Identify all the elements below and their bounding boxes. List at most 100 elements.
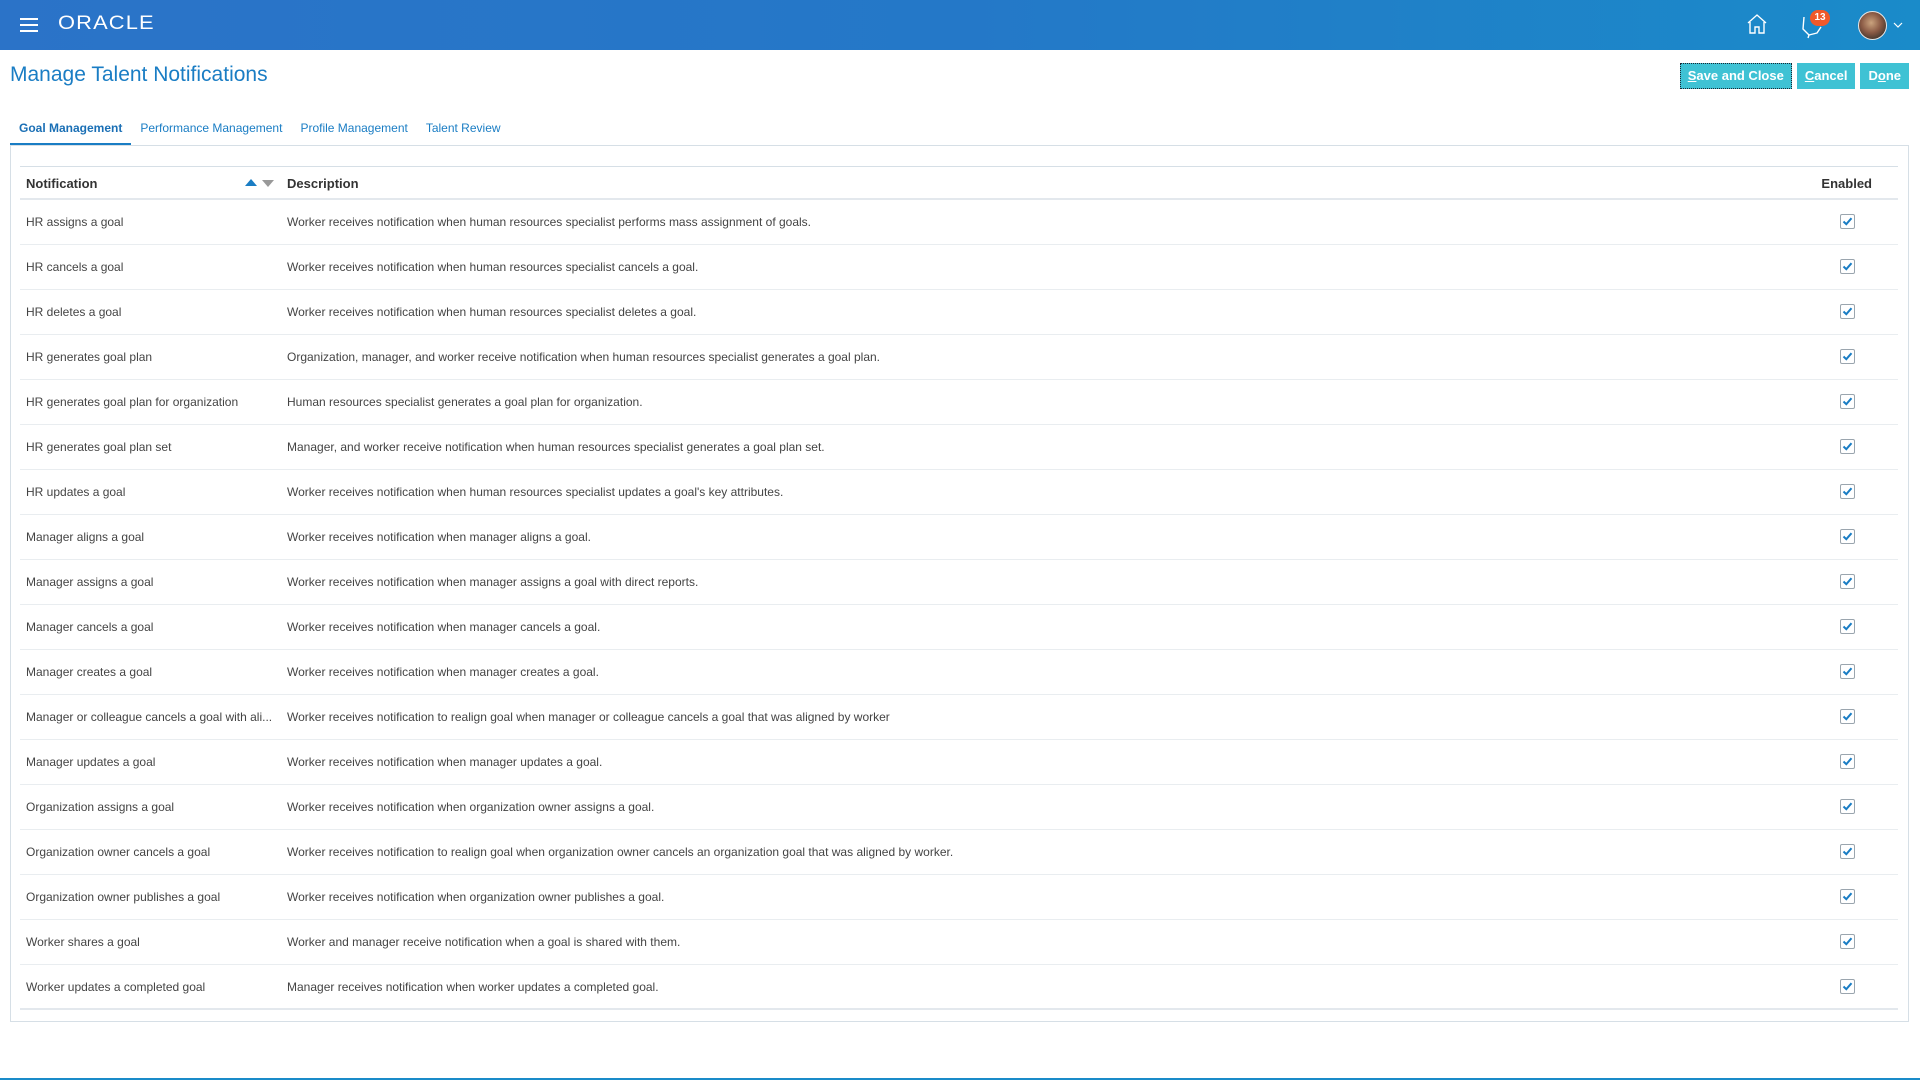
notification-name: Organization owner cancels a goal <box>26 845 211 859</box>
enabled-checkbox[interactable] <box>1840 799 1855 814</box>
enabled-checkbox[interactable] <box>1840 844 1855 859</box>
user-avatar[interactable] <box>1858 11 1887 40</box>
enabled-checkbox[interactable] <box>1840 754 1855 769</box>
checkmark-icon <box>1842 982 1853 991</box>
tab-profile-management[interactable]: Profile Management <box>291 117 416 146</box>
enabled-checkbox[interactable] <box>1840 979 1855 994</box>
enabled-checkbox[interactable] <box>1840 484 1855 499</box>
enabled-checkbox[interactable] <box>1840 574 1855 589</box>
notification-description: Worker receives notification when organi… <box>287 890 665 904</box>
table-row[interactable]: HR cancels a goal Worker receives notific… <box>20 245 1898 290</box>
notification-description: Worker receives notification to realign … <box>287 845 954 859</box>
chevron-down-icon[interactable] <box>1893 20 1903 30</box>
column-header-description: Description <box>287 176 359 191</box>
checkmark-icon <box>1842 757 1853 766</box>
enabled-checkbox[interactable] <box>1840 709 1855 724</box>
notification-name: HR cancels a goal <box>26 260 124 274</box>
notification-description: Worker receives notification when manage… <box>287 755 603 769</box>
enabled-checkbox[interactable] <box>1840 619 1855 634</box>
enabled-checkbox[interactable] <box>1840 529 1855 544</box>
save-and-close-button[interactable]: Save and Close <box>1679 63 1792 89</box>
enabled-checkbox[interactable] <box>1840 259 1855 274</box>
notification-count-badge: 13 <box>1810 10 1830 26</box>
checkmark-icon <box>1842 397 1853 406</box>
notification-description: Human resources specialist generates a g… <box>287 395 643 409</box>
table-row[interactable]: Worker updates a completed goal Manager r… <box>20 965 1898 1010</box>
table-row[interactable]: Manager assigns a goal Worker receives no… <box>20 560 1898 605</box>
checkmark-icon <box>1842 937 1853 946</box>
notification-name: Manager updates a goal <box>26 755 156 769</box>
notification-name: HR assigns a goal <box>26 215 124 229</box>
enabled-checkbox[interactable] <box>1840 889 1855 904</box>
notification-name: HR updates a goal <box>26 485 126 499</box>
notification-description: Worker receives notification when human … <box>287 485 784 499</box>
enabled-checkbox[interactable] <box>1840 664 1855 679</box>
notification-name: Manager creates a goal <box>26 665 153 679</box>
notification-name: Organization owner publishes a goal <box>26 890 221 904</box>
notification-description: Manager receives notification when worke… <box>287 980 659 994</box>
table-row[interactable]: HR generates goal plan for organization H… <box>20 380 1898 425</box>
table-row[interactable]: Manager or colleague cancels a goal with… <box>20 695 1898 740</box>
sort-descending-icon[interactable] <box>262 180 274 187</box>
table-body: HR assigns a goal Worker receives notific… <box>20 200 1898 1010</box>
notification-description: Worker receives notification when manage… <box>287 665 599 679</box>
tab-goal-management[interactable]: Goal Management <box>10 117 132 146</box>
table-row[interactable]: Manager cancels a goal Worker receives no… <box>20 605 1898 650</box>
table-row[interactable]: Organization owner publishes a goal Worke… <box>20 875 1898 920</box>
table-row[interactable]: Organization assigns a goal Worker receiv… <box>20 785 1898 830</box>
table-row[interactable]: HR deletes a goal Worker receives notific… <box>20 290 1898 335</box>
notification-description: Worker receives notification when manage… <box>287 530 591 544</box>
tab-bar: Goal Management Performance Management P… <box>10 117 510 146</box>
checkmark-icon <box>1842 847 1853 856</box>
enabled-checkbox[interactable] <box>1840 304 1855 319</box>
notification-name: Manager or colleague cancels a goal with… <box>26 710 273 724</box>
table-row[interactable]: Organization owner cancels a goal Worker … <box>20 830 1898 875</box>
notification-description: Organization, manager, and worker receiv… <box>287 350 881 364</box>
cancel-button[interactable]: Cancel <box>1796 63 1856 89</box>
checkmark-icon <box>1842 262 1853 271</box>
hamburger-menu-icon[interactable] <box>20 18 38 32</box>
table-row[interactable]: Manager aligns a goal Worker receives not… <box>20 515 1898 560</box>
notification-description: Worker and manager receive notification … <box>287 935 681 949</box>
enabled-checkbox[interactable] <box>1840 934 1855 949</box>
notification-name: Manager cancels a goal <box>26 620 154 634</box>
notification-description: Worker receives notification when human … <box>287 215 812 229</box>
enabled-checkbox[interactable] <box>1840 394 1855 409</box>
checkmark-icon <box>1842 217 1853 226</box>
oracle-logo[interactable]: ORACLE <box>58 13 155 35</box>
page-actions: Save and Close Cancel Done <box>1679 63 1909 89</box>
tab-performance-management[interactable]: Performance Management <box>131 117 291 146</box>
notification-description: Manager, and worker receive notification… <box>287 440 825 454</box>
notification-description: Worker receives notification when human … <box>287 305 697 319</box>
notification-name: HR generates goal plan set <box>26 440 172 454</box>
tab-talent-review[interactable]: Talent Review <box>417 117 510 146</box>
checkmark-icon <box>1842 352 1853 361</box>
checkmark-icon <box>1842 442 1853 451</box>
table-row[interactable]: HR assigns a goal Worker receives notific… <box>20 200 1898 245</box>
notification-description: Worker receives notification when organi… <box>287 800 655 814</box>
done-button[interactable]: Done <box>1860 63 1909 89</box>
column-header-notification[interactable]: Notification <box>26 176 98 191</box>
app-header: ORACLE 13 <box>0 0 1920 50</box>
table-row[interactable]: HR generates goal plan Organization, mana… <box>20 335 1898 380</box>
notification-description: Worker receives notification when manage… <box>287 575 699 589</box>
checkmark-icon <box>1842 307 1853 316</box>
table-row[interactable]: Manager creates a goal Worker receives no… <box>20 650 1898 695</box>
notification-description: Worker receives notification when manage… <box>287 620 601 634</box>
notification-name: HR deletes a goal <box>26 305 122 319</box>
notification-name: HR generates goal plan <box>26 350 153 364</box>
enabled-checkbox[interactable] <box>1840 214 1855 229</box>
checkmark-icon <box>1842 577 1853 586</box>
home-icon[interactable] <box>1745 12 1769 36</box>
table-row[interactable]: Worker shares a goal Worker and manager r… <box>20 920 1898 965</box>
checkmark-icon <box>1842 667 1853 676</box>
table-row[interactable]: HR updates a goal Worker receives notific… <box>20 470 1898 515</box>
notification-name: HR generates goal plan for organization <box>26 395 239 409</box>
enabled-checkbox[interactable] <box>1840 349 1855 364</box>
table-row[interactable]: Manager updates a goal Worker receives no… <box>20 740 1898 785</box>
table-row[interactable]: HR generates goal plan set Manager, and w… <box>20 425 1898 470</box>
sort-ascending-icon[interactable] <box>245 179 257 186</box>
checkmark-icon <box>1842 802 1853 811</box>
enabled-checkbox[interactable] <box>1840 439 1855 454</box>
notification-name: Organization assigns a goal <box>26 800 175 814</box>
